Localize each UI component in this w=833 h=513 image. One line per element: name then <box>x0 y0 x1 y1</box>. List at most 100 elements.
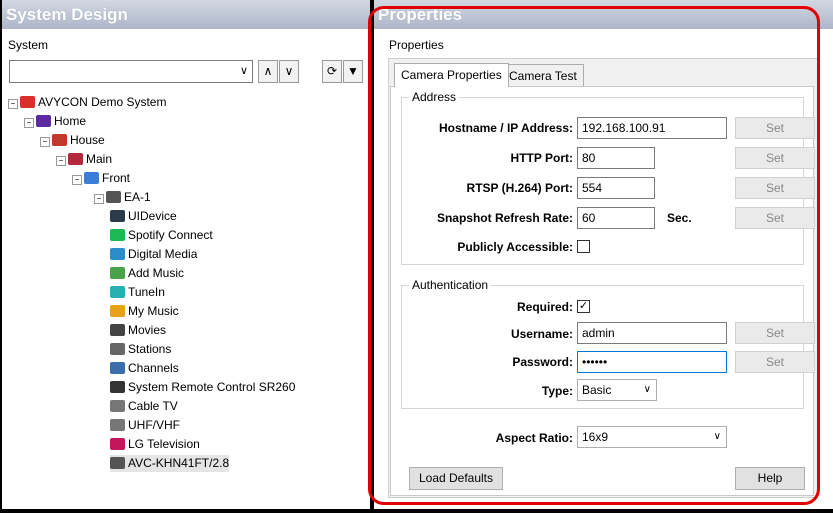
system-design-pane: System Design System ∨ ∧ ∨ ⟳ ▼ − AVYCON D… <box>2 0 370 509</box>
tree-item[interactable]: Cable TV <box>110 398 178 415</box>
stations-icon <box>110 343 125 355</box>
tree-item[interactable]: Spotify Connect <box>110 227 213 244</box>
password-set-button[interactable]: Set <box>735 351 815 373</box>
snapshot-rate-input[interactable]: 60 <box>577 207 655 229</box>
collapse-toggle-icon[interactable]: − <box>8 99 18 109</box>
password-label: Password: <box>512 355 573 369</box>
http-port-set-button[interactable]: Set <box>735 147 815 169</box>
tree-item[interactable]: − Main <box>56 151 112 168</box>
hostname-label: Hostname / IP Address: <box>438 121 573 135</box>
tree-item-label: System Remote Control SR260 <box>128 380 296 394</box>
tree-item[interactable]: System Remote Control SR260 <box>110 379 295 396</box>
tree-item-label: Front <box>102 171 131 185</box>
username-input[interactable]: admin <box>577 322 727 344</box>
tree-item-label: AVC-KHN41FT/2.8 <box>128 456 230 470</box>
refresh-button[interactable]: ⟳ <box>322 60 342 83</box>
cable-icon <box>110 400 125 412</box>
tab-camera-test[interactable]: Camera Test <box>502 64 584 86</box>
required-checkbox[interactable]: ✓ <box>577 300 590 313</box>
collapse-toggle-icon[interactable]: − <box>40 137 50 147</box>
rtsp-port-set-button[interactable]: Set <box>735 177 815 199</box>
tree-item-label: My Music <box>128 304 179 318</box>
channels-icon <box>110 362 125 374</box>
home-heart-icon <box>36 115 51 127</box>
load-defaults-button[interactable]: Load Defaults <box>409 467 503 490</box>
tree-item[interactable]: AVC-KHN41FT/2.8 <box>110 455 230 472</box>
tree-item-label: UIDevice <box>128 209 177 223</box>
chevron-down-icon: ∨ <box>713 431 721 442</box>
tree-item[interactable]: UIDevice <box>110 208 177 225</box>
tree-item-label: Home <box>54 114 87 128</box>
filter-icon: ▼ <box>347 64 359 78</box>
tree-item[interactable]: Digital Media <box>110 246 197 263</box>
filter-button[interactable]: ▼ <box>343 60 363 83</box>
username-set-button[interactable]: Set <box>735 322 815 344</box>
rtsp-port-input[interactable]: 554 <box>577 177 655 199</box>
properties-title: Properties <box>374 0 833 29</box>
tree-item[interactable]: Channels <box>110 360 179 377</box>
tree-item-label: Spotify Connect <box>128 228 213 242</box>
system-design-title: System Design <box>2 0 370 29</box>
spotify-icon <box>110 229 125 241</box>
tree-item-label: UHF/VHF <box>128 418 180 432</box>
snapshot-unit-label: Sec. <box>667 211 692 225</box>
system-combobox[interactable]: ∨ <box>9 60 253 83</box>
snapshot-rate-set-button[interactable]: Set <box>735 207 815 229</box>
remote-icon <box>110 381 125 393</box>
collapse-toggle-icon[interactable]: − <box>56 156 66 166</box>
move-down-button[interactable]: ∨ <box>279 60 299 83</box>
tree-item[interactable]: − Front <box>72 170 130 187</box>
tree-item-label: Cable TV <box>128 399 178 413</box>
aspect-ratio-label: Aspect Ratio: <box>495 431 573 445</box>
tree-item[interactable]: − EA-1 <box>94 189 151 206</box>
my-music-icon <box>110 305 125 317</box>
chevron-down-icon: ∨ <box>643 384 651 395</box>
lg-icon <box>110 438 125 450</box>
move-up-button[interactable]: ∧ <box>258 60 278 83</box>
tree-item[interactable]: Add Music <box>110 265 184 282</box>
rtsp-port-label: RTSP (H.264) Port: <box>466 181 573 195</box>
antenna-icon <box>110 419 125 431</box>
camera-properties-panel: Address Hostname / IP Address: 192.168.1… <box>390 86 815 496</box>
tree-item-label: Channels <box>128 361 179 375</box>
avycon-logo-icon <box>20 96 35 108</box>
house-icon <box>52 134 67 146</box>
password-input[interactable]: •••••• <box>577 351 727 373</box>
tree-item[interactable]: TuneIn <box>110 284 165 301</box>
tree-item[interactable]: My Music <box>110 303 179 320</box>
aspect-ratio-select[interactable]: 16x9 ∨ <box>577 426 727 448</box>
publicly-accessible-checkbox[interactable] <box>577 240 590 253</box>
tree-item[interactable]: − AVYCON Demo System <box>8 94 166 111</box>
movies-icon <box>110 324 125 336</box>
collapse-toggle-icon[interactable]: − <box>24 118 34 128</box>
tree-item[interactable]: UHF/VHF <box>110 417 180 434</box>
tree-item-label: Digital Media <box>128 247 198 261</box>
tree-item[interactable]: Movies <box>110 322 166 339</box>
tree-item-label: AVYCON Demo System <box>38 95 167 109</box>
tree-item[interactable]: Stations <box>110 341 171 358</box>
properties-pane: Properties Properties Camera Properties … <box>374 0 833 509</box>
tree-item-label: TuneIn <box>128 285 165 299</box>
tree-item-label: Movies <box>128 323 167 337</box>
auth-type-select[interactable]: Basic ∨ <box>577 379 657 401</box>
tree-item[interactable]: − Home <box>24 113 86 130</box>
system-label: System <box>8 38 49 52</box>
http-port-label: HTTP Port: <box>510 151 573 165</box>
tree-item[interactable]: LG Television <box>110 436 200 453</box>
snapshot-rate-label: Snapshot Refresh Rate: <box>436 211 573 225</box>
hostname-input[interactable]: 192.168.100.91 <box>577 117 727 139</box>
tree-item-label: Main <box>86 152 113 166</box>
http-port-input[interactable]: 80 <box>577 147 655 169</box>
help-button[interactable]: Help <box>735 467 805 490</box>
tree-item-label: Add Music <box>128 266 185 280</box>
tab-camera-properties[interactable]: Camera Properties <box>394 63 509 87</box>
collapse-toggle-icon[interactable]: − <box>72 175 82 185</box>
collapse-toggle-icon[interactable]: − <box>94 194 104 204</box>
digital-media-icon <box>110 248 125 260</box>
tree-item[interactable]: − House <box>40 132 105 149</box>
floor-icon <box>68 153 83 165</box>
add-music-icon <box>110 267 125 279</box>
hostname-set-button[interactable]: Set <box>735 117 815 139</box>
camera-icon <box>110 457 125 469</box>
required-label: Required: <box>516 300 573 314</box>
